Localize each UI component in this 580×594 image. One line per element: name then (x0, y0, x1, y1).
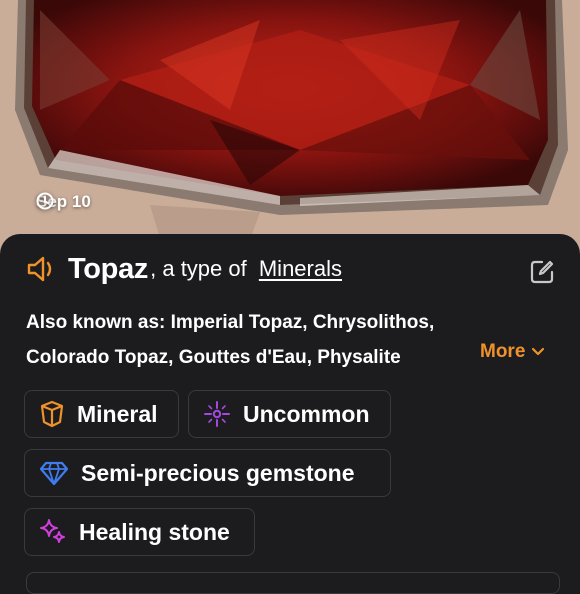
species-name: Topaz (68, 252, 149, 285)
sparkle-icon (204, 401, 230, 427)
tag-semi-precious[interactable]: Semi-precious gemstone (24, 449, 391, 497)
text-fade (420, 340, 480, 375)
gemstone-image (0, 0, 580, 260)
speaker-icon[interactable] (26, 254, 58, 284)
also-known-as: Also known as: Imperial Topaz, Chrysolit… (26, 305, 556, 375)
specimen-photo[interactable]: Sep 10 (0, 0, 580, 260)
type-separator: , a type of (150, 256, 253, 281)
capture-date: Sep 10 (36, 192, 91, 212)
tag-mineral[interactable]: Mineral (24, 390, 179, 438)
identification-title: Topaz , a type of Minerals (26, 252, 342, 286)
tag-healing-stone[interactable]: Healing stone (24, 508, 255, 556)
diamond-icon (39, 461, 69, 486)
edit-icon[interactable] (529, 259, 555, 285)
aka-label: Also known as: (26, 312, 171, 333)
tag-label: Mineral (77, 400, 158, 427)
tag-label: Healing stone (79, 518, 230, 545)
more-label: More (480, 341, 526, 362)
aka-names-line1: Imperial Topaz, Chrysolithos, (170, 312, 435, 333)
tag-label: Uncommon (243, 400, 370, 427)
tag-uncommon[interactable]: Uncommon (188, 390, 391, 438)
next-section-card (26, 572, 560, 594)
aka-names-line2: Colorado Topaz, Gouttes d'Eau, Physalite (26, 347, 401, 368)
more-button[interactable]: More (480, 341, 545, 363)
tag-label: Semi-precious gemstone (81, 459, 355, 486)
crystal-icon (40, 400, 64, 428)
stars-icon (40, 519, 65, 543)
category-link[interactable]: Minerals (259, 256, 342, 282)
clock-icon (36, 192, 54, 210)
chevron-down-icon (532, 347, 545, 356)
